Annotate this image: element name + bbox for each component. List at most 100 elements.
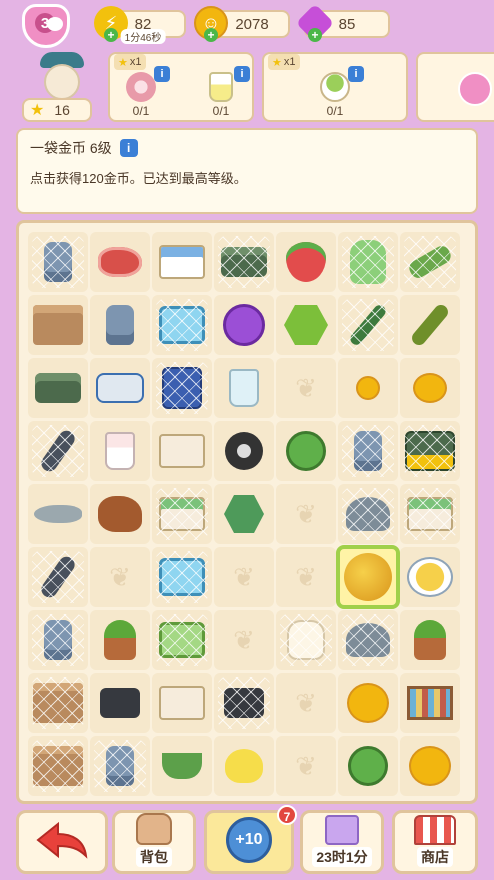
board-cell[interactable]	[28, 736, 88, 796]
board-cell[interactable]	[276, 673, 336, 733]
gift-timer: 23时1分	[312, 847, 372, 867]
order-item[interactable]: 0/1 i	[116, 66, 170, 120]
board-cell[interactable]	[152, 421, 212, 481]
board-cell[interactable]	[28, 421, 88, 481]
board-cell[interactable]	[214, 232, 274, 292]
board-cell[interactable]	[90, 673, 150, 733]
board-cell[interactable]	[338, 358, 398, 418]
board-cell[interactable]	[28, 673, 88, 733]
board-cell[interactable]	[214, 736, 274, 796]
order-card[interactable]: ★ x1 0/1 i	[262, 52, 408, 122]
coin-counter[interactable]: ☺ + 2078	[194, 6, 290, 42]
board-cell[interactable]	[214, 295, 274, 355]
board-cell[interactable]	[152, 673, 212, 733]
board-cell[interactable]	[214, 421, 274, 481]
board-cell[interactable]	[28, 547, 88, 607]
board-cell[interactable]	[276, 232, 336, 292]
board-cell[interactable]	[276, 295, 336, 355]
board-cell[interactable]	[90, 484, 150, 544]
board-cell[interactable]	[400, 484, 460, 544]
order-card[interactable]: ★ x1 0/1 i 0/1 i	[108, 52, 254, 122]
board-cell[interactable]	[152, 547, 212, 607]
add-energy-button[interactable]: +	[104, 28, 118, 42]
board-cell[interactable]	[400, 358, 460, 418]
board-cell[interactable]	[338, 484, 398, 544]
order-card[interactable]	[416, 52, 494, 122]
board-cell[interactable]	[152, 484, 212, 544]
booster-button[interactable]: +10 7	[204, 805, 297, 874]
board-cell[interactable]	[338, 421, 398, 481]
add-gems-button[interactable]: +	[308, 28, 322, 42]
backpack-icon	[136, 813, 172, 845]
board-cell[interactable]	[276, 484, 336, 544]
board-cell[interactable]	[214, 484, 274, 544]
infinity-token-icon	[284, 305, 328, 345]
board-cell[interactable]	[152, 610, 212, 670]
customer-avatar: ★ 16	[22, 52, 96, 124]
shop-icon	[414, 815, 456, 845]
board-cell[interactable]	[152, 736, 212, 796]
board-cell[interactable]	[338, 610, 398, 670]
board-cell[interactable]	[400, 547, 460, 607]
board-cell[interactable]	[400, 673, 460, 733]
order-count: 0/1	[132, 104, 150, 118]
gift-box-icon	[325, 815, 359, 845]
board-cell[interactable]	[214, 610, 274, 670]
board-cell[interactable]	[152, 358, 212, 418]
energy-chest-icon	[405, 431, 455, 471]
board-cell[interactable]	[28, 232, 88, 292]
board-cell[interactable]	[28, 295, 88, 355]
merge-board	[16, 220, 478, 804]
energy-timer: 1分46秒	[120, 29, 166, 44]
info-icon[interactable]: i	[348, 66, 364, 82]
board-cell[interactable]	[276, 421, 336, 481]
board-cell[interactable]	[276, 358, 336, 418]
gift-button[interactable]: 23时1分	[300, 810, 384, 874]
board-cell[interactable]	[400, 295, 460, 355]
board-cell[interactable]	[90, 421, 150, 481]
board-cell[interactable]	[400, 610, 460, 670]
board-cell[interactable]	[338, 673, 398, 733]
info-icon[interactable]: i	[154, 66, 170, 82]
info-icon[interactable]: i	[234, 66, 250, 82]
order-item[interactable]: 0/1 i	[196, 66, 250, 120]
order-item[interactable]: 0/1 i	[310, 66, 364, 120]
board-cell[interactable]	[152, 232, 212, 292]
add-coins-button[interactable]: +	[204, 28, 218, 42]
board-cell[interactable]	[400, 421, 460, 481]
board-cell[interactable]	[152, 295, 212, 355]
board-cell[interactable]	[276, 547, 336, 607]
board-cell[interactable]	[90, 736, 150, 796]
shop-button[interactable]: 商店	[392, 810, 478, 874]
board-cell[interactable]	[276, 736, 336, 796]
board-cell[interactable]	[214, 673, 274, 733]
board-cell[interactable]	[336, 545, 400, 609]
board-cell[interactable]	[338, 232, 398, 292]
board-cell[interactable]	[28, 358, 88, 418]
player-stars: ★ 16	[22, 98, 92, 122]
back-button[interactable]	[16, 810, 108, 874]
info-icon[interactable]: i	[119, 139, 138, 157]
board-cell[interactable]	[90, 610, 150, 670]
item-description: 点击获得120金币。已达到最高等级。	[30, 171, 247, 186]
board-cell[interactable]	[400, 232, 460, 292]
board-cell[interactable]	[90, 358, 150, 418]
energy-bowl-icon	[407, 557, 453, 597]
board-cell[interactable]	[90, 232, 150, 292]
board-cell[interactable]	[214, 547, 274, 607]
board-cell[interactable]	[338, 295, 398, 355]
lucky-cat-icon	[287, 620, 325, 660]
gem-counter[interactable]: + 85	[295, 3, 390, 43]
soap-dispenser-icon	[44, 242, 72, 282]
board-cell[interactable]	[90, 295, 150, 355]
board-cell[interactable]	[90, 547, 150, 607]
backpack-button[interactable]: 背包	[112, 810, 196, 874]
board-cell[interactable]	[214, 358, 274, 418]
player-level-badge[interactable]: 3	[22, 4, 70, 48]
board-cell[interactable]	[28, 484, 88, 544]
board-cell[interactable]	[400, 736, 460, 796]
board-cell[interactable]	[276, 610, 336, 670]
board-cell[interactable]	[338, 736, 398, 796]
energy-counter[interactable]: ⚡ + 82 1分46秒	[94, 6, 186, 44]
board-cell[interactable]	[28, 610, 88, 670]
